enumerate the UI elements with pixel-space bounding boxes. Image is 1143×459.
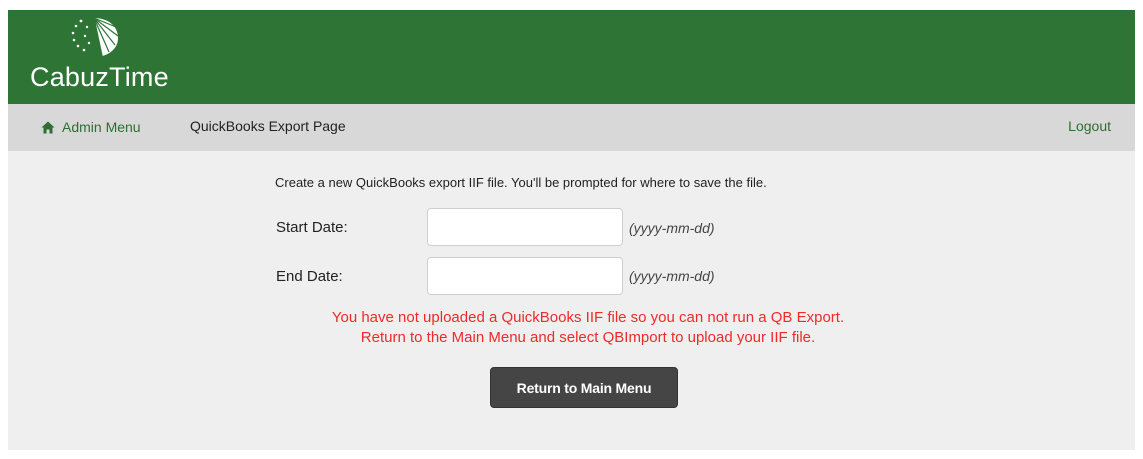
start-date-input[interactable] <box>427 208 623 246</box>
navigation-bar: Admin Menu QuickBooks Export Page Logout <box>8 104 1135 151</box>
end-date-format-hint: (yyyy-mm-dd) <box>629 268 715 284</box>
home-icon <box>41 121 55 133</box>
return-to-main-menu-button[interactable]: Return to Main Menu <box>490 367 678 408</box>
end-date-input[interactable] <box>427 257 623 295</box>
logout-link[interactable]: Logout <box>1068 118 1111 134</box>
error-message-line-1: You have not uploaded a QuickBooks IIF f… <box>331 309 845 326</box>
error-message: You have not uploaded a QuickBooks IIF f… <box>208 308 968 348</box>
end-date-label: End Date: <box>276 268 343 285</box>
page-frame: CabuzTime Admin Menu QuickBooks Export P… <box>8 10 1135 450</box>
admin-menu-link[interactable]: Admin Menu <box>41 117 141 137</box>
admin-menu-label: Admin Menu <box>62 119 141 135</box>
logo-icon <box>71 17 119 57</box>
error-message-line-2: Return to the Main Menu and select QBImp… <box>360 329 816 346</box>
page-title: QuickBooks Export Page <box>190 118 346 134</box>
app-header: CabuzTime <box>8 10 1135 104</box>
start-date-format-hint: (yyyy-mm-dd) <box>629 220 715 236</box>
app-logo-text: CabuzTime <box>30 62 169 92</box>
intro-text: Create a new QuickBooks export IIF file.… <box>275 175 767 190</box>
start-date-label: Start Date: <box>276 219 348 236</box>
